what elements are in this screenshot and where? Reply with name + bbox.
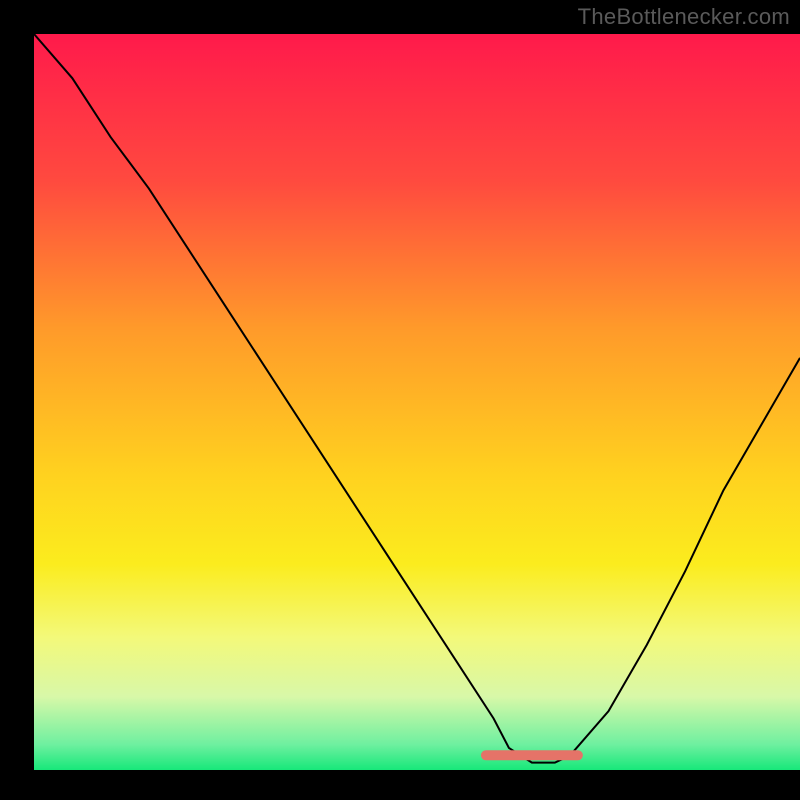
watermark-text: TheBottlenecker.com (578, 4, 790, 30)
bottleneck-chart (0, 0, 800, 800)
plot-background (34, 34, 800, 770)
axis-left (0, 0, 34, 800)
axis-bottom (0, 770, 800, 800)
chart-frame: TheBottlenecker.com (0, 0, 800, 800)
